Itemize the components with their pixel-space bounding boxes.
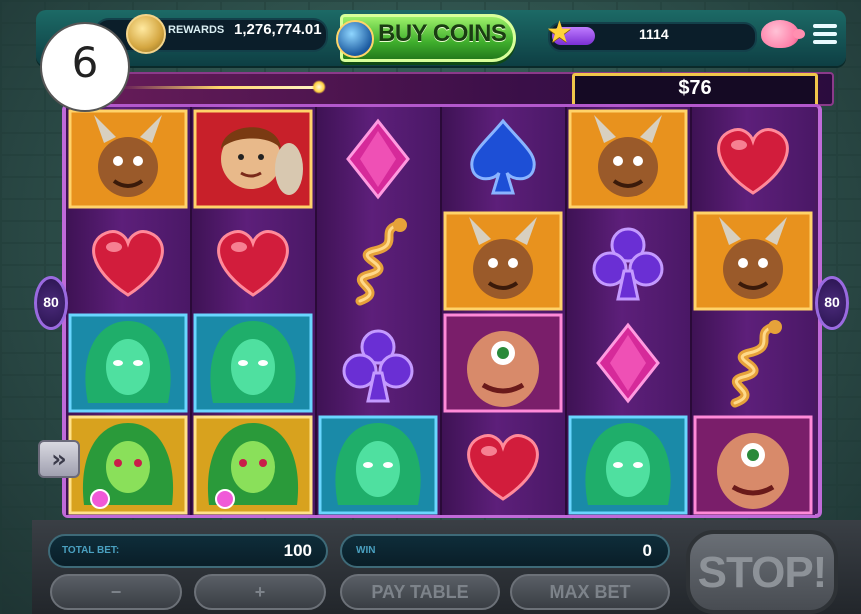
diamond-symbol-icon	[568, 313, 688, 413]
medusa-blue-symbol-icon	[568, 415, 688, 515]
club-symbol-icon	[318, 313, 438, 413]
slot-game-screen: REWARDS 1,276,774.01 BUY COINS ★ 1114 $7…	[0, 0, 861, 614]
menu-icon[interactable]	[813, 24, 837, 44]
fast-forward-icon: »	[51, 445, 67, 473]
decrease-bet-button[interactable]: −	[50, 574, 182, 610]
level-value: 1114	[639, 26, 669, 42]
max-bet-button[interactable]: MAX BET	[510, 574, 670, 610]
payline-count-left: 80	[43, 294, 59, 310]
rewards-label: REWARDS	[168, 24, 225, 36]
jackpot-value: $76	[678, 77, 712, 99]
heart-symbol-icon	[443, 415, 563, 515]
rewards-value: 1,276,774.01	[234, 21, 322, 38]
reel-divider	[690, 107, 692, 515]
coin-logo-icon	[336, 20, 374, 58]
win-value: 0	[642, 541, 652, 560]
heart-symbol-icon	[68, 211, 188, 311]
club-symbol-icon	[568, 211, 688, 311]
snake-coil-symbol-icon	[693, 313, 813, 413]
piggy-bank-icon[interactable]	[761, 20, 805, 48]
star-icon: ★	[546, 15, 573, 50]
medusa-blue-symbol-icon	[318, 415, 438, 515]
medusa-green-gold-symbol-icon	[68, 415, 188, 515]
pay-table-button[interactable]: PAY TABLE	[340, 574, 500, 610]
cyclops-symbol-icon	[693, 415, 813, 515]
hero-warrior-symbol-icon	[193, 109, 313, 209]
total-bet-value: 100	[283, 541, 312, 560]
reel-divider	[565, 107, 567, 515]
jackpot-progress-glow	[120, 86, 320, 89]
reel-divider	[315, 107, 317, 515]
diamond-symbol-icon	[318, 109, 438, 209]
medusa-blue-symbol-icon	[68, 313, 188, 413]
cyclops-symbol-icon	[443, 313, 563, 413]
devil-satyr-symbol-icon	[693, 211, 813, 311]
rewards-icon	[126, 14, 166, 54]
stop-label: STOP!	[697, 548, 828, 597]
total-bet-label: TOTAL BET:	[62, 545, 120, 556]
step-number: 6	[71, 38, 99, 87]
win-label: WIN	[356, 545, 376, 556]
heart-symbol-icon	[693, 109, 813, 209]
buy-coins-label: BUY COINS	[378, 20, 507, 47]
spade-symbol-icon	[443, 109, 563, 209]
devil-satyr-symbol-icon	[68, 109, 188, 209]
increase-bet-button[interactable]: +	[194, 574, 326, 610]
heart-symbol-icon	[193, 211, 313, 311]
medusa-blue-symbol-icon	[193, 313, 313, 413]
reel-divider	[440, 107, 442, 515]
payline-count-right: 80	[824, 294, 840, 310]
medusa-green-gold-symbol-icon	[193, 415, 313, 515]
devil-satyr-symbol-icon	[443, 211, 563, 311]
reel-divider	[190, 107, 192, 515]
snake-coil-symbol-icon	[318, 211, 438, 311]
devil-satyr-symbol-icon	[568, 109, 688, 209]
sparkle-icon	[312, 80, 326, 94]
